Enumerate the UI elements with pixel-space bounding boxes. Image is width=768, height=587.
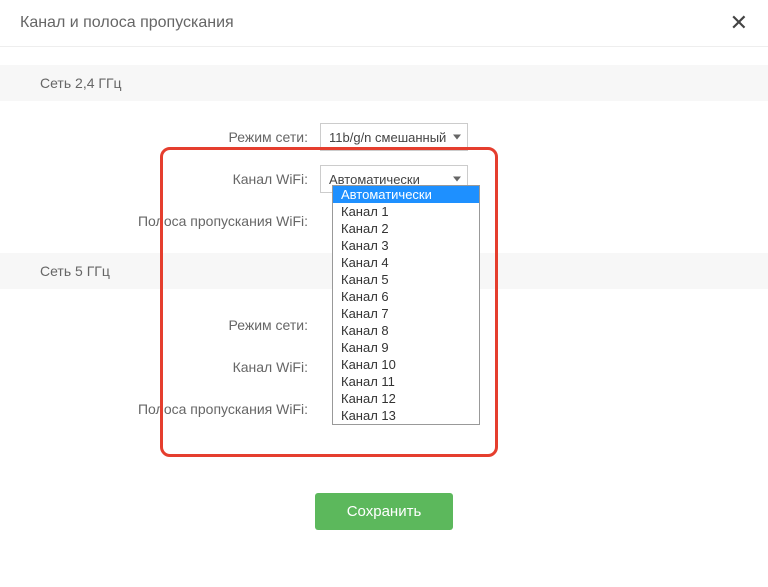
channel-option[interactable]: Канал 6 [333, 288, 479, 305]
channel-option[interactable]: Канал 8 [333, 322, 479, 339]
footer: Сохранить [0, 493, 768, 530]
channel-option[interactable]: Канал 1 [333, 203, 479, 220]
row-24-mode: Режим сети: 11b/g/n смешанный [0, 123, 768, 151]
channel-option[interactable]: Автоматически [333, 186, 479, 203]
section-24ghz-title: Сеть 2,4 ГГц [0, 65, 768, 101]
channel-option[interactable]: Канал 5 [333, 271, 479, 288]
channel-option[interactable]: Канал 10 [333, 356, 479, 373]
label-5-bandwidth: Полоса пропускания WiFi: [40, 401, 320, 417]
chevron-down-icon [453, 135, 461, 140]
label-24-channel: Канал WiFi: [40, 171, 320, 187]
channel-option[interactable]: Канал 13 [333, 407, 479, 424]
select-24-mode-value: 11b/g/n смешанный [329, 130, 446, 145]
label-24-mode: Режим сети: [40, 129, 320, 145]
close-button[interactable]: ✕ [730, 12, 748, 34]
select-24-mode[interactable]: 11b/g/n смешанный [320, 123, 468, 151]
channel-option[interactable]: Канал 2 [333, 220, 479, 237]
channel-option[interactable]: Канал 12 [333, 390, 479, 407]
label-24-bandwidth: Полоса пропускания WiFi: [40, 213, 320, 229]
channel-option[interactable]: Канал 11 [333, 373, 479, 390]
label-5-channel: Канал WiFi: [40, 359, 320, 375]
dialog-title: Канал и полоса пропускания [20, 14, 234, 32]
channel-option[interactable]: Канал 3 [333, 237, 479, 254]
label-5-mode: Режим сети: [40, 317, 320, 333]
dialog-header: Канал и полоса пропускания ✕ [0, 0, 768, 47]
channel-dropdown-list[interactable]: АвтоматическиКанал 1Канал 2Канал 3Канал … [332, 185, 480, 425]
channel-option[interactable]: Канал 4 [333, 254, 479, 271]
channel-option[interactable]: Канал 7 [333, 305, 479, 322]
chevron-down-icon [453, 177, 461, 182]
channel-option[interactable]: Канал 9 [333, 339, 479, 356]
save-button[interactable]: Сохранить [315, 493, 454, 530]
